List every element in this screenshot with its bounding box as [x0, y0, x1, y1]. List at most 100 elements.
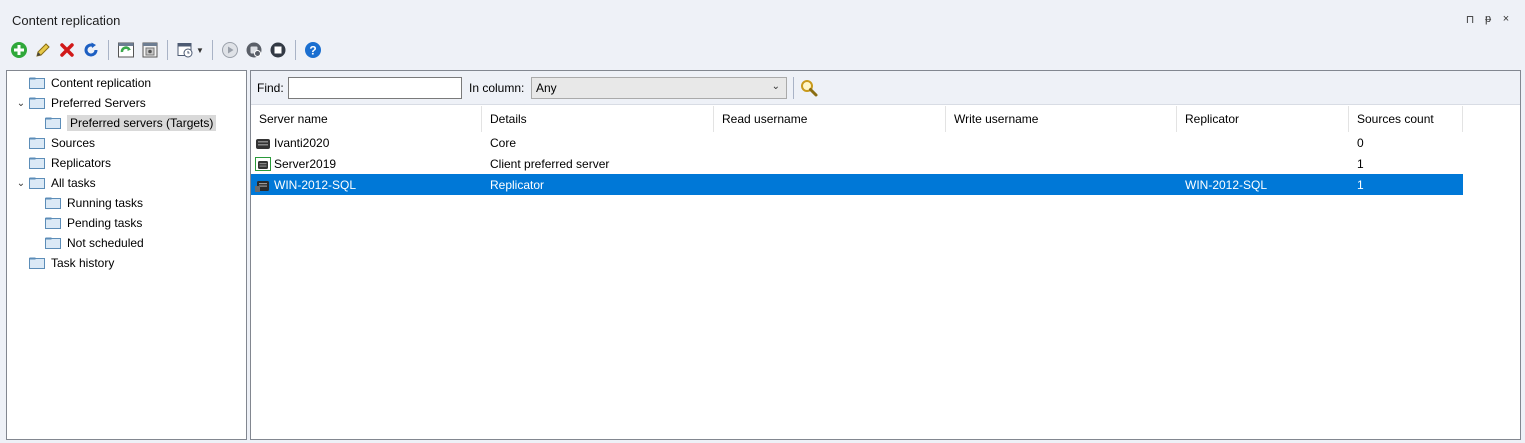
tree-item-label: Task history	[51, 256, 115, 270]
pause-icon	[246, 42, 262, 58]
cell-server-name: WIN-2012-SQL	[255, 174, 482, 195]
chevron-down-icon[interactable]: ⌄	[13, 178, 29, 189]
stop-icon	[270, 42, 286, 58]
cell-sources-count: 0	[1357, 135, 1364, 150]
edit-pencil-icon	[36, 43, 50, 57]
cell-details: Core	[490, 135, 517, 150]
toolbar-separator	[295, 40, 296, 60]
stop-button[interactable]	[267, 39, 289, 61]
delete-icon	[60, 43, 74, 57]
toolbar-separator	[212, 40, 213, 60]
column-select-value: Any	[536, 81, 557, 95]
table-row[interactable]: Server2019 Client preferred server 1	[251, 153, 1463, 174]
column-header-server-name[interactable]: Server name	[251, 106, 482, 132]
folder-icon	[29, 177, 45, 189]
tree-item-not-scheduled[interactable]: Not scheduled	[29, 233, 144, 253]
cell-sources-count: 1	[1357, 156, 1364, 171]
tree-item-label: All tasks	[51, 176, 96, 190]
pause-button[interactable]	[243, 39, 265, 61]
server-name: WIN-2012-SQL	[274, 177, 357, 192]
navigation-tree: Content replication ⌄ Preferred Servers …	[6, 70, 247, 440]
tree-item-label: Preferred servers (Targets)	[67, 115, 217, 131]
add-button[interactable]	[8, 39, 30, 61]
table-row[interactable]: WIN-2012-SQL Replicator WIN-2012-SQL 1	[251, 174, 1463, 195]
help-icon: ?	[305, 42, 321, 58]
add-icon	[11, 42, 27, 58]
find-bar: Find: In column: Any ⌄	[251, 71, 1520, 105]
cell-sources-count: 1	[1357, 177, 1364, 192]
tree-item-label: Not scheduled	[67, 236, 144, 250]
tree-item-running-tasks[interactable]: Running tasks	[29, 193, 143, 213]
refresh-icon	[84, 42, 98, 57]
folder-icon	[29, 257, 45, 269]
column-header-details[interactable]: Details	[482, 106, 714, 132]
schedule-icon	[177, 43, 193, 58]
pin-icon[interactable]: ⊓	[1463, 13, 1477, 26]
column-header-write-username[interactable]: Write username	[946, 106, 1177, 132]
delete-button[interactable]	[56, 39, 78, 61]
column-header-read-username[interactable]: Read username	[714, 106, 946, 132]
start-button[interactable]	[219, 39, 241, 61]
tree-item-all-tasks[interactable]: ⌄ All tasks	[13, 173, 96, 193]
server-icon	[256, 138, 270, 149]
tree-item-label: Running tasks	[67, 196, 144, 210]
tree-item-label: Content replication	[51, 76, 152, 90]
tree-item-sources[interactable]: Sources	[13, 133, 95, 153]
grid-header: Server name Details Read username Write …	[251, 106, 1520, 132]
toolbar-separator	[167, 40, 168, 60]
panel-title: Content replication	[12, 13, 121, 28]
tree-item-label: Sources	[51, 136, 96, 150]
folder-icon	[45, 237, 61, 249]
tree-item-preferred-servers[interactable]: ⌄ Preferred Servers	[13, 93, 146, 113]
start-icon	[222, 42, 238, 58]
cell-details: Client preferred server	[490, 156, 610, 171]
toolbar: ▼ ?	[8, 36, 324, 64]
tree-item-task-history[interactable]: Task history	[13, 253, 114, 273]
refresh-button[interactable]	[80, 39, 102, 61]
table-row[interactable]: Ivanti2020 Core 0	[251, 132, 1463, 153]
help-button[interactable]: ?	[302, 39, 324, 61]
cell-replicator: WIN-2012-SQL	[1185, 177, 1268, 192]
replicator-server-icon	[255, 180, 269, 192]
column-header-replicator[interactable]: Replicator	[1177, 106, 1349, 132]
main-panel: Find: In column: Any ⌄ Server name Detai…	[250, 70, 1521, 440]
tree-item-content-replication[interactable]: Content replication	[13, 73, 151, 93]
toolbar-separator	[793, 77, 794, 99]
column-label: In column:	[469, 81, 525, 95]
properties-button[interactable]	[139, 39, 161, 61]
toolbar-separator	[108, 40, 109, 60]
folder-icon	[29, 157, 45, 169]
column-select[interactable]: Any ⌄	[531, 77, 787, 99]
edit-button[interactable]	[32, 39, 54, 61]
column-header-sources-count[interactable]: Sources count	[1349, 106, 1463, 132]
server-name: Ivanti2020	[274, 135, 330, 150]
tree-item-preferred-servers-targets[interactable]: Preferred servers (Targets)	[29, 113, 217, 133]
replicate-button[interactable]	[115, 39, 137, 61]
window-controls: ⊓ ᵽ ×	[1463, 13, 1513, 26]
close-icon[interactable]: ×	[1499, 13, 1513, 26]
tree-item-pending-tasks[interactable]: Pending tasks	[29, 213, 142, 233]
tree-item-label: Replicators	[51, 156, 112, 170]
chevron-down-icon[interactable]: ⌄	[13, 98, 29, 109]
cell-server-name: Ivanti2020	[255, 132, 482, 153]
search-icon[interactable]	[799, 78, 819, 98]
folder-icon	[45, 217, 61, 229]
folder-icon	[29, 97, 45, 109]
dock-icon[interactable]: ᵽ	[1481, 13, 1495, 26]
svg-text:?: ?	[309, 44, 316, 58]
folder-icon	[45, 197, 61, 209]
panel-titlebar: Content replication ⊓ ᵽ ×	[0, 0, 1525, 36]
find-input[interactable]	[288, 77, 462, 99]
find-label: Find:	[257, 81, 284, 95]
folder-icon	[29, 137, 45, 149]
schedule-dropdown-icon[interactable]: ▼	[196, 46, 206, 55]
folder-icon	[45, 117, 61, 129]
cell-server-name: Server2019	[255, 153, 482, 174]
tree-item-label: Preferred Servers	[51, 96, 146, 110]
tree-item-label: Pending tasks	[67, 216, 143, 230]
preferred-server-icon	[255, 156, 271, 171]
tree-item-replicators[interactable]: Replicators	[13, 153, 111, 173]
schedule-button[interactable]	[174, 39, 196, 61]
folder-icon	[29, 77, 45, 89]
properties-icon	[142, 42, 158, 58]
